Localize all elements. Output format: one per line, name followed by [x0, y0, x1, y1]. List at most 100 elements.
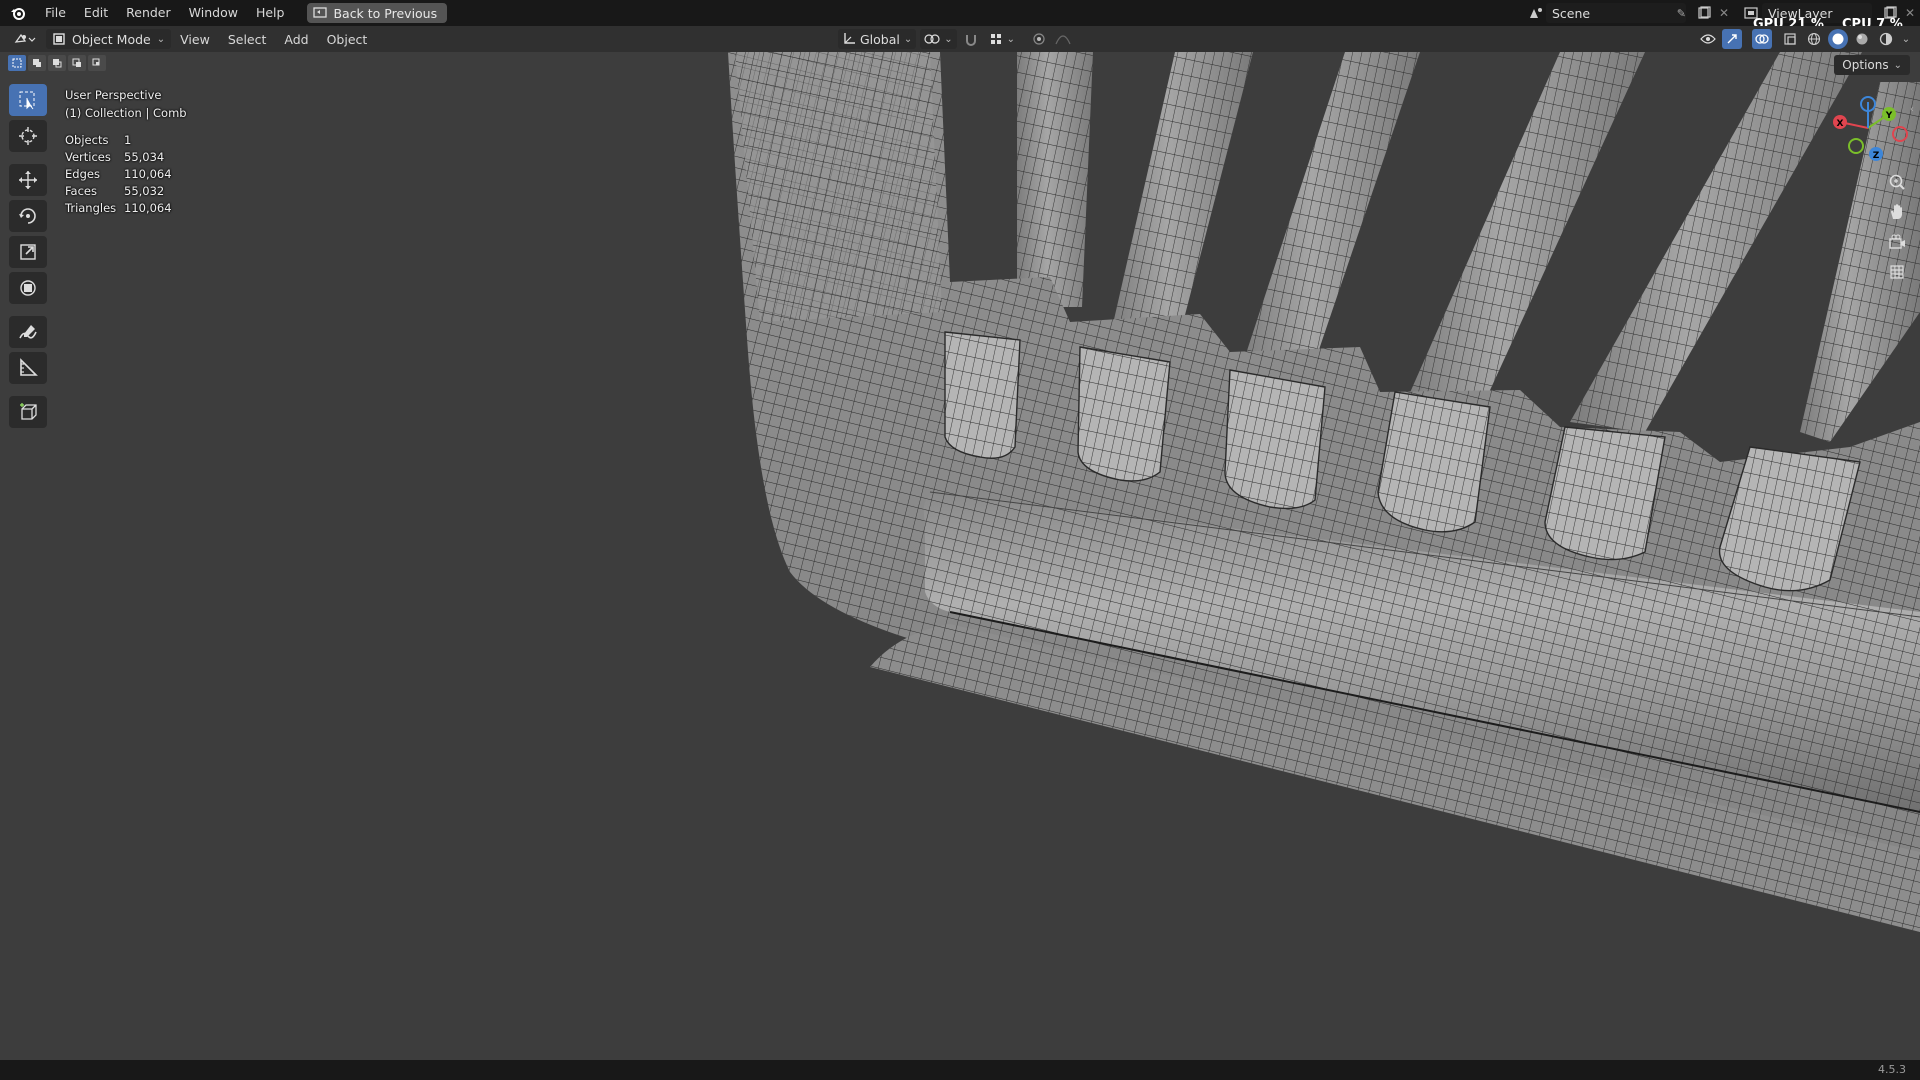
cursor-tool[interactable]: [9, 120, 47, 152]
select-new-icon[interactable]: [8, 55, 26, 71]
stat-row-faces: Faces 55,032: [65, 183, 187, 200]
stat-value: 1: [124, 133, 132, 147]
select-intersect-icon[interactable]: [88, 55, 106, 71]
pin-icon[interactable]: ✎: [1677, 7, 1686, 20]
navigation-gizmo[interactable]: X Y Z: [1828, 88, 1908, 168]
stat-label: Objects: [65, 133, 109, 147]
stat-value: 55,032: [124, 184, 165, 198]
xray-toggle-icon[interactable]: [1780, 29, 1800, 49]
zoom-icon[interactable]: [1884, 170, 1910, 194]
3d-viewport[interactable]: User Perspective (1) Collection | Comb O…: [0, 52, 1920, 1060]
proportional-edit-icon[interactable]: [1029, 29, 1049, 49]
camera-view-icon[interactable]: [1884, 230, 1910, 254]
select-mode-buttons: [8, 55, 106, 71]
move-tool[interactable]: [9, 164, 47, 196]
wireframe-shading-icon[interactable]: [1804, 29, 1824, 49]
menu-select[interactable]: Select: [219, 32, 276, 47]
scene-statistics: Objects 1 Vertices 55,034 Edges 110,064 Fac…: [65, 132, 187, 217]
stat-row-triangles: Triangles 110,064: [65, 200, 187, 217]
orientation-label: Global: [860, 31, 900, 47]
version-label: 4.5.3: [1878, 1063, 1906, 1076]
annotate-tool[interactable]: [9, 316, 47, 348]
gizmo-y-label: Y: [1885, 111, 1893, 121]
gizmo-neg-x[interactable]: [1892, 126, 1908, 142]
sidebar-toggle-icon[interactable]: ‹: [1910, 104, 1920, 120]
gizmo-toggle-icon[interactable]: [1722, 29, 1742, 49]
mode-label: Object Mode: [72, 31, 151, 47]
scene-selector-icon[interactable]: [1526, 3, 1546, 23]
menu-object[interactable]: Object: [318, 32, 377, 47]
chevron-down-icon: ⌄: [944, 33, 953, 45]
select-difference-icon[interactable]: [68, 55, 86, 71]
snap-toggle-icon[interactable]: [961, 29, 981, 49]
cursor-icon: [19, 127, 37, 145]
axes-icon: [844, 33, 855, 44]
scene-field[interactable]: Scene ✎: [1546, 3, 1686, 23]
pivot-dropdown[interactable]: ⌄: [920, 29, 957, 49]
back-to-previous-label: Back to Previous: [333, 5, 438, 21]
transform-tools: Global ⌄ ⌄ ⌄: [838, 29, 1073, 49]
stat-label: Triangles: [65, 201, 117, 215]
stat-label: Vertices: [65, 150, 111, 164]
material-shading-icon[interactable]: [1852, 29, 1872, 49]
blender-logo-icon[interactable]: [0, 0, 36, 26]
rendered-shading-icon[interactable]: [1876, 29, 1896, 49]
shading-options-icon[interactable]: ⌄: [1900, 29, 1912, 49]
solid-shading-icon[interactable]: [1828, 29, 1848, 49]
rotate-tool[interactable]: [9, 200, 47, 232]
measure-icon: [20, 358, 38, 376]
stat-label: Edges: [65, 167, 100, 181]
scale-tool[interactable]: [9, 236, 47, 268]
snap-target-dropdown[interactable]: ⌄: [985, 29, 1019, 49]
navigation-buttons: [1884, 170, 1910, 284]
menu-edit[interactable]: Edit: [75, 0, 117, 26]
gizmo-z-label: Z: [1873, 151, 1880, 161]
gizmo-neg-y[interactable]: [1848, 138, 1864, 154]
select-subtract-icon[interactable]: [48, 55, 66, 71]
pan-hand-icon[interactable]: [1884, 200, 1910, 224]
rotate-icon: [19, 208, 36, 224]
annotate-icon: [19, 325, 37, 339]
comb-mesh[interactable]: [0, 52, 1920, 1060]
top-menu-bar: File Edit Render Window Help Back to Pre…: [0, 0, 1920, 32]
move-icon: [19, 171, 37, 189]
measure-tool[interactable]: [9, 352, 47, 384]
stat-row-edges: Edges 110,064: [65, 166, 187, 183]
delete-scene-icon[interactable]: ✕: [1714, 3, 1734, 23]
chevron-down-icon: ⌄: [903, 33, 913, 45]
stat-value: 110,064: [124, 201, 172, 215]
stat-value: 55,034: [124, 150, 165, 164]
options-dropdown[interactable]: Options ⌄: [1834, 55, 1910, 75]
new-scene-icon[interactable]: [1694, 3, 1714, 23]
orientation-dropdown[interactable]: Global ⌄: [838, 29, 917, 49]
menu-file[interactable]: File: [36, 0, 75, 26]
transform-icon: [20, 280, 36, 296]
visibility-icon[interactable]: [1698, 29, 1718, 49]
object-mode-dropdown[interactable]: Object Mode ⌄: [46, 29, 172, 49]
viewport-display-tools: ⌄: [1698, 29, 1912, 49]
snap-grid-icon: [990, 34, 1001, 44]
transform-tool[interactable]: [9, 272, 47, 304]
tool-shelf: [9, 84, 47, 428]
editor-type-icon[interactable]: [10, 29, 40, 49]
falloff-icon[interactable]: [1053, 29, 1073, 49]
overlay-toggle-icon[interactable]: [1752, 29, 1772, 49]
screen-icon: [313, 7, 328, 18]
menu-window[interactable]: Window: [180, 0, 247, 26]
stat-row-objects: Objects 1: [65, 132, 187, 149]
select-extend-icon[interactable]: [28, 55, 46, 71]
menu-add[interactable]: Add: [275, 32, 317, 47]
menu-render[interactable]: Render: [117, 0, 180, 26]
delete-view-layer-icon[interactable]: ✕: [1900, 3, 1920, 23]
menu-help[interactable]: Help: [247, 0, 294, 26]
select-box-tool[interactable]: [9, 84, 47, 116]
perspective-toggle-icon[interactable]: [1884, 260, 1910, 284]
stat-row-vertices: Vertices 55,034: [65, 149, 187, 166]
menu-view[interactable]: View: [171, 32, 219, 47]
back-to-previous-button[interactable]: Back to Previous: [307, 3, 448, 23]
chevron-down-icon: ⌄: [156, 33, 166, 45]
scene-name: Scene: [1552, 5, 1591, 21]
chevron-down-icon: ⌄: [1006, 33, 1016, 45]
add-cube-tool[interactable]: [9, 396, 47, 428]
chevron-down-icon: ⌄: [1893, 59, 1902, 71]
